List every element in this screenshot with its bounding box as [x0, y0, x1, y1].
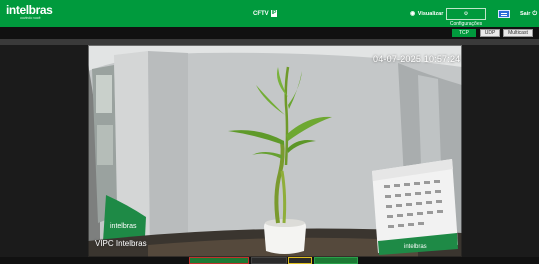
power-icon: ⏻ [532, 11, 538, 17]
osd-channel-name: VIPC Intelbras [95, 239, 147, 248]
logout-nav-item[interactable]: Sair ⏻ [520, 10, 537, 18]
product-badge: IP [270, 10, 278, 17]
protocol-tcp-button[interactable]: TCP [452, 29, 476, 37]
protocol-multicast-button[interactable]: Multicast [503, 29, 533, 37]
camera-image: intelbras intelbras [88, 45, 462, 257]
live-video-frame[interactable]: intelbras intelbras 04-07-2025 10:57:24 … [88, 45, 462, 257]
layout-icon[interactable] [498, 10, 510, 18]
eye-icon: ◉ [410, 11, 416, 17]
control-button-4[interactable] [314, 257, 358, 264]
top-navigation-bar: intelbras ouvindo você CFTV IP ◉ Visualiz… [0, 0, 539, 27]
calendar-brand-text: intelbras [404, 244, 427, 250]
logout-label: Sair [520, 11, 531, 17]
view-nav-label: Visualizar [417, 11, 444, 17]
gear-icon: ⚙ [463, 11, 469, 17]
desk-calendar: intelbras [372, 159, 458, 255]
osd-datetime: 04-07-2025 10:57:24 [373, 54, 461, 64]
config-nav-item[interactable]: ⚙ Configurações [446, 8, 486, 27]
flag-text: intelbras [110, 223, 137, 230]
product-name: CFTV [253, 11, 269, 17]
product-title: CFTV IP [253, 10, 278, 18]
control-button-3[interactable] [288, 257, 312, 264]
view-nav-item[interactable]: ◉ Visualizar [410, 10, 443, 18]
brand-wordmark: intelbras [6, 3, 53, 17]
control-button-1[interactable] [189, 257, 249, 264]
intelbras-logo: intelbras ouvindo você [6, 3, 53, 20]
brand-tagline: ouvindo você [20, 16, 41, 20]
control-button-2[interactable] [251, 257, 287, 264]
protocol-udp-button[interactable]: UDP [480, 29, 500, 37]
